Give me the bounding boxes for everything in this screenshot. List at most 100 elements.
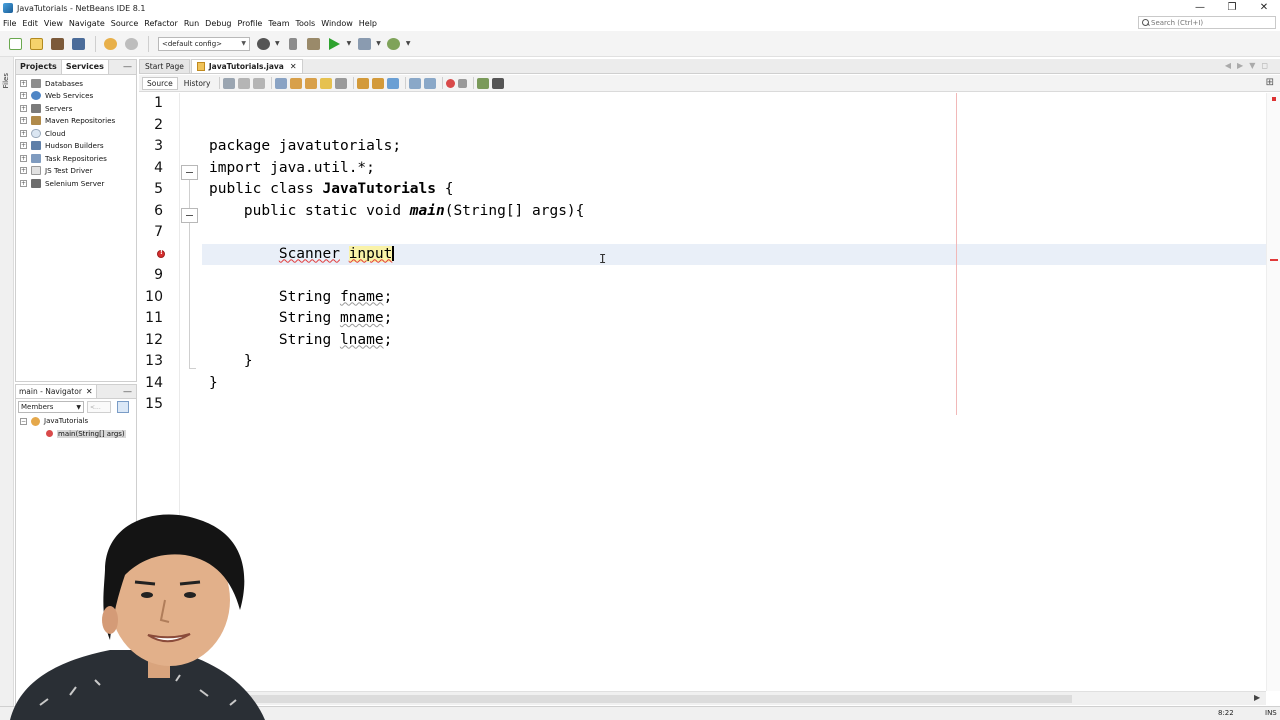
menu-refactor[interactable]: Refactor — [141, 16, 181, 31]
minimize-panel-button[interactable]: — — [123, 62, 132, 72]
redo-button[interactable] — [122, 35, 140, 53]
menu-view[interactable]: View — [41, 16, 66, 31]
toggle-highlight-icon[interactable] — [320, 77, 333, 89]
menu-debug[interactable]: Debug — [202, 16, 234, 31]
expand-icon[interactable]: + — [20, 79, 27, 87]
fold-toggle-icon[interactable] — [181, 208, 198, 223]
horizontal-scrollbar[interactable]: ▶ — [140, 691, 1266, 705]
tree-item-task-repositories[interactable]: + Task Repositories — [16, 152, 136, 165]
tree-item-js-test-driver[interactable]: + JS Test Driver — [16, 165, 136, 178]
menu-team[interactable]: Team — [265, 16, 292, 31]
menu-profile[interactable]: Profile — [234, 16, 265, 31]
maximize-editor-icon[interactable]: ⊞ — [1266, 77, 1274, 88]
tab-scroll-arrows[interactable]: ◀▶▼◻ — [1225, 61, 1274, 70]
expand-icon[interactable]: + — [20, 179, 27, 187]
chevron-down-icon[interactable]: ▼ — [376, 40, 381, 47]
tree-item-maven-repositories[interactable]: + Maven Repositories — [16, 115, 136, 128]
start-macro-icon[interactable] — [446, 78, 456, 88]
profile-button[interactable] — [385, 35, 403, 53]
close-icon[interactable]: ✕ — [86, 385, 93, 398]
new-file-button[interactable] — [6, 35, 24, 53]
navigator-method-node[interactable]: main(String[] args) — [16, 428, 136, 441]
error-badge-icon[interactable] — [157, 249, 165, 258]
expand-icon[interactable]: + — [20, 117, 27, 125]
menu-source[interactable]: Source — [108, 16, 141, 31]
menu-file[interactable]: File — [0, 16, 19, 31]
clean-build-button[interactable] — [305, 35, 323, 53]
uncomment-icon[interactable] — [492, 77, 505, 89]
menu-edit[interactable]: Edit — [19, 16, 41, 31]
filter-icon[interactable] — [117, 401, 129, 413]
menu-help[interactable]: Help — [356, 16, 380, 31]
error-stripe-mark[interactable] — [1270, 259, 1278, 261]
tab-navigator[interactable]: main - Navigator ✕ — [16, 385, 97, 398]
chevron-down-icon[interactable]: ▼ — [275, 40, 280, 47]
tab-services[interactable]: Services — [61, 60, 109, 74]
next-bookmark-icon[interactable] — [372, 77, 385, 89]
scroll-right-icon[interactable]: ▶ — [1254, 693, 1266, 702]
close-window-button[interactable]: ✕ — [1248, 0, 1280, 16]
secondary-filter-select[interactable]: <... — [87, 401, 111, 413]
navigator-class-node[interactable]: − JavaTutorials — [16, 415, 136, 428]
expand-icon[interactable]: + — [20, 154, 27, 162]
tab-projects[interactable]: Projects — [16, 60, 62, 74]
restore-window-button[interactable]: ❐ — [1216, 0, 1248, 16]
close-icon[interactable]: ✕ — [290, 60, 297, 74]
toggle-rectangular-selection-icon[interactable] — [335, 77, 348, 89]
debug-button[interactable] — [355, 35, 373, 53]
config-select[interactable]: <default config> ▼ — [158, 36, 250, 51]
quick-search[interactable] — [1138, 16, 1276, 29]
error-summary-icon[interactable] — [1272, 97, 1276, 101]
files-side-tab[interactable]: Files — [2, 73, 10, 88]
shift-left-icon[interactable] — [409, 77, 422, 89]
forward-icon[interactable] — [253, 77, 266, 89]
stop-macro-icon[interactable] — [458, 78, 468, 88]
undo-button[interactable] — [101, 35, 119, 53]
tree-item-cloud[interactable]: + Cloud — [16, 127, 136, 140]
shift-right-icon[interactable] — [424, 77, 437, 89]
expand-icon[interactable]: + — [20, 167, 27, 175]
chevron-down-icon[interactable]: ▼ — [347, 40, 352, 47]
members-select[interactable]: Members ▼ — [18, 401, 84, 413]
previous-bookmark-icon[interactable] — [357, 77, 370, 89]
save-all-button[interactable] — [69, 35, 87, 53]
menu-run[interactable]: Run — [181, 16, 202, 31]
tree-item-hudson-builders[interactable]: + Hudson Builders — [16, 140, 136, 153]
minimize-navigator-button[interactable]: — — [123, 387, 132, 397]
quick-search-input[interactable] — [1151, 18, 1271, 27]
toggle-bookmark-icon[interactable] — [387, 77, 400, 89]
target-button[interactable] — [254, 35, 272, 53]
expand-icon[interactable]: + — [20, 129, 27, 137]
collapse-icon[interactable]: − — [20, 417, 27, 425]
source-mode-button[interactable]: Source — [142, 76, 178, 90]
tab-start-page[interactable]: Start Page — [139, 59, 190, 73]
run-button[interactable] — [326, 35, 344, 53]
tree-item-servers[interactable]: + Servers — [16, 102, 136, 115]
build-button[interactable] — [284, 35, 302, 53]
scrollbar-thumb[interactable] — [164, 695, 1072, 703]
menu-window[interactable]: Window — [318, 16, 356, 31]
history-mode-button[interactable]: History — [180, 78, 215, 89]
find-next-icon[interactable] — [305, 77, 318, 89]
open-project-button[interactable] — [48, 35, 66, 53]
expand-icon[interactable]: + — [20, 142, 27, 150]
tree-item-databases[interactable]: + Databases — [16, 77, 136, 90]
comment-icon[interactable] — [477, 77, 490, 89]
tree-item-selenium-server[interactable]: + Selenium Server — [16, 177, 136, 190]
menu-navigate[interactable]: Navigate — [66, 16, 108, 31]
new-project-button[interactable] — [27, 35, 45, 53]
back-icon[interactable] — [238, 77, 251, 89]
tree-item-web-services[interactable]: + Web Services — [16, 90, 136, 103]
expand-icon[interactable]: + — [20, 92, 27, 100]
minimize-window-button[interactable]: — — [1184, 0, 1216, 16]
error-stripe[interactable] — [1266, 93, 1280, 691]
find-selection-icon[interactable] — [275, 77, 288, 89]
chevron-down-icon[interactable]: ▼ — [406, 40, 411, 47]
tab-javatutorials-java[interactable]: JavaTutorials.java ✕ — [190, 59, 303, 74]
find-previous-icon[interactable] — [290, 77, 303, 89]
fold-toggle-icon[interactable] — [181, 165, 198, 180]
expand-icon[interactable]: + — [20, 104, 27, 112]
menu-tools[interactable]: Tools — [293, 16, 319, 31]
last-edit-icon[interactable] — [223, 77, 236, 89]
code-editor[interactable]: package javatutorials; import java.util.… — [202, 93, 1266, 691]
